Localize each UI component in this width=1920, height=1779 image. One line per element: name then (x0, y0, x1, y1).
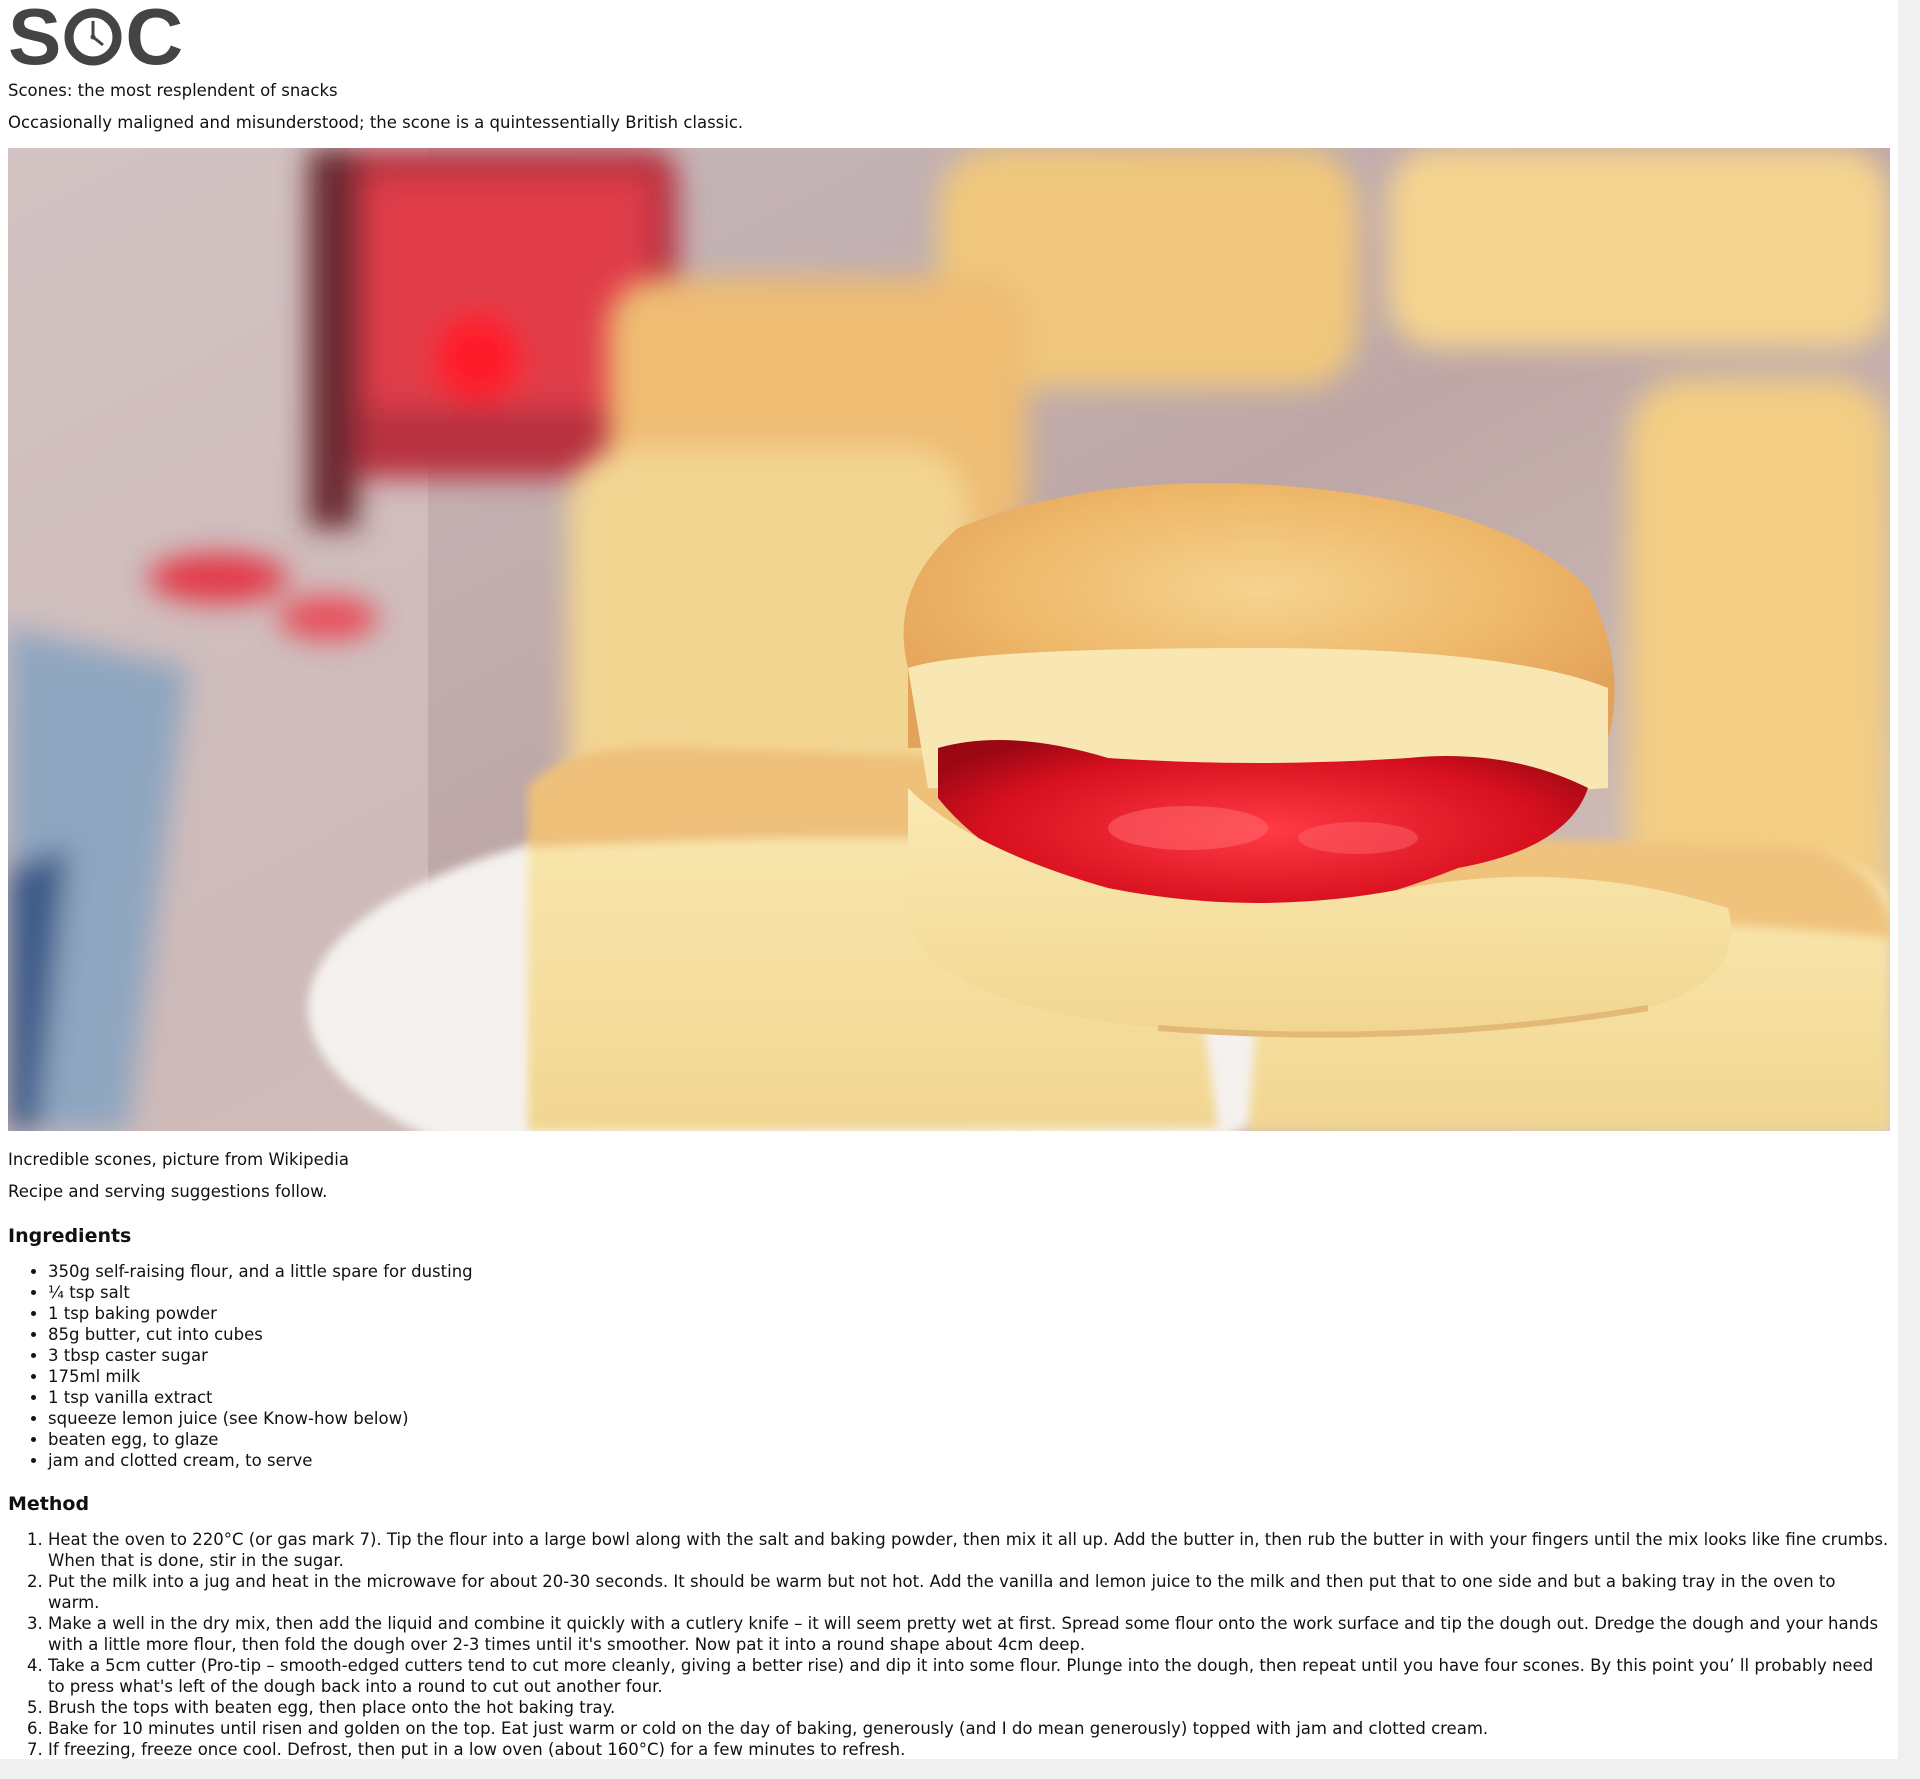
vertical-scrollbar[interactable] (1898, 0, 1920, 1779)
ingredient-item: beaten egg, to glaze (48, 1429, 1890, 1450)
clock-icon (64, 8, 122, 66)
ingredient-item: 1 tsp baking powder (48, 1303, 1890, 1324)
page-content: S C Scones: the most resplendent of snac… (0, 0, 1898, 1759)
tagline: Scones: the most resplendent of snacks (8, 81, 338, 100)
method-step: Bake for 10 minutes until risen and gold… (48, 1718, 1890, 1739)
method-step: If freezing, freeze once cool. Defrost, … (48, 1739, 1890, 1759)
method-step: Put the milk into a jug and heat in the … (48, 1571, 1890, 1613)
recipe-lead: Recipe and serving suggestions follow. (8, 1182, 328, 1201)
ingredient-item: jam and clotted cream, to serve (48, 1450, 1890, 1471)
ingredient-item: 1 tsp vanilla extract (48, 1387, 1890, 1408)
method-step: Brush the tops with beaten egg, then pla… (48, 1697, 1890, 1718)
ingredients-heading: Ingredients (8, 1225, 132, 1247)
logo-letter-c: C (125, 0, 184, 81)
scones-hero-image (8, 148, 1890, 1131)
page-viewport: S C Scones: the most resplendent of snac… (0, 0, 1898, 1759)
ingredient-item: 175ml milk (48, 1366, 1890, 1387)
method-step: Take a 5cm cutter (Pro-tip – smooth-edge… (48, 1655, 1890, 1697)
ingredients-list: 350g self-raising flour, and a little sp… (8, 1261, 1890, 1471)
site-logo[interactable]: S C (8, 0, 1890, 81)
ingredient-item: 350g self-raising flour, and a little sp… (48, 1261, 1890, 1282)
logo-letter-s: S (8, 0, 62, 81)
intro-subtitle: Occasionally maligned and misunderstood;… (8, 113, 744, 132)
ingredient-item: ¼ tsp salt (48, 1282, 1890, 1303)
horizontal-scrollbar[interactable] (0, 1759, 1920, 1779)
ingredient-item: squeeze lemon juice (see Know-how below) (48, 1408, 1890, 1429)
method-step: Heat the oven to 220°C (or gas mark 7). … (48, 1529, 1890, 1571)
method-heading: Method (8, 1493, 90, 1515)
method-step: Make a well in the dry mix, then add the… (48, 1613, 1890, 1655)
hero-image-caption: Incredible scones, picture from Wikipedi… (8, 1150, 349, 1169)
method-steps-list: Heat the oven to 220°C (or gas mark 7). … (8, 1529, 1890, 1759)
ingredient-item: 85g butter, cut into cubes (48, 1324, 1890, 1345)
ingredient-item: 3 tbsp caster sugar (48, 1345, 1890, 1366)
